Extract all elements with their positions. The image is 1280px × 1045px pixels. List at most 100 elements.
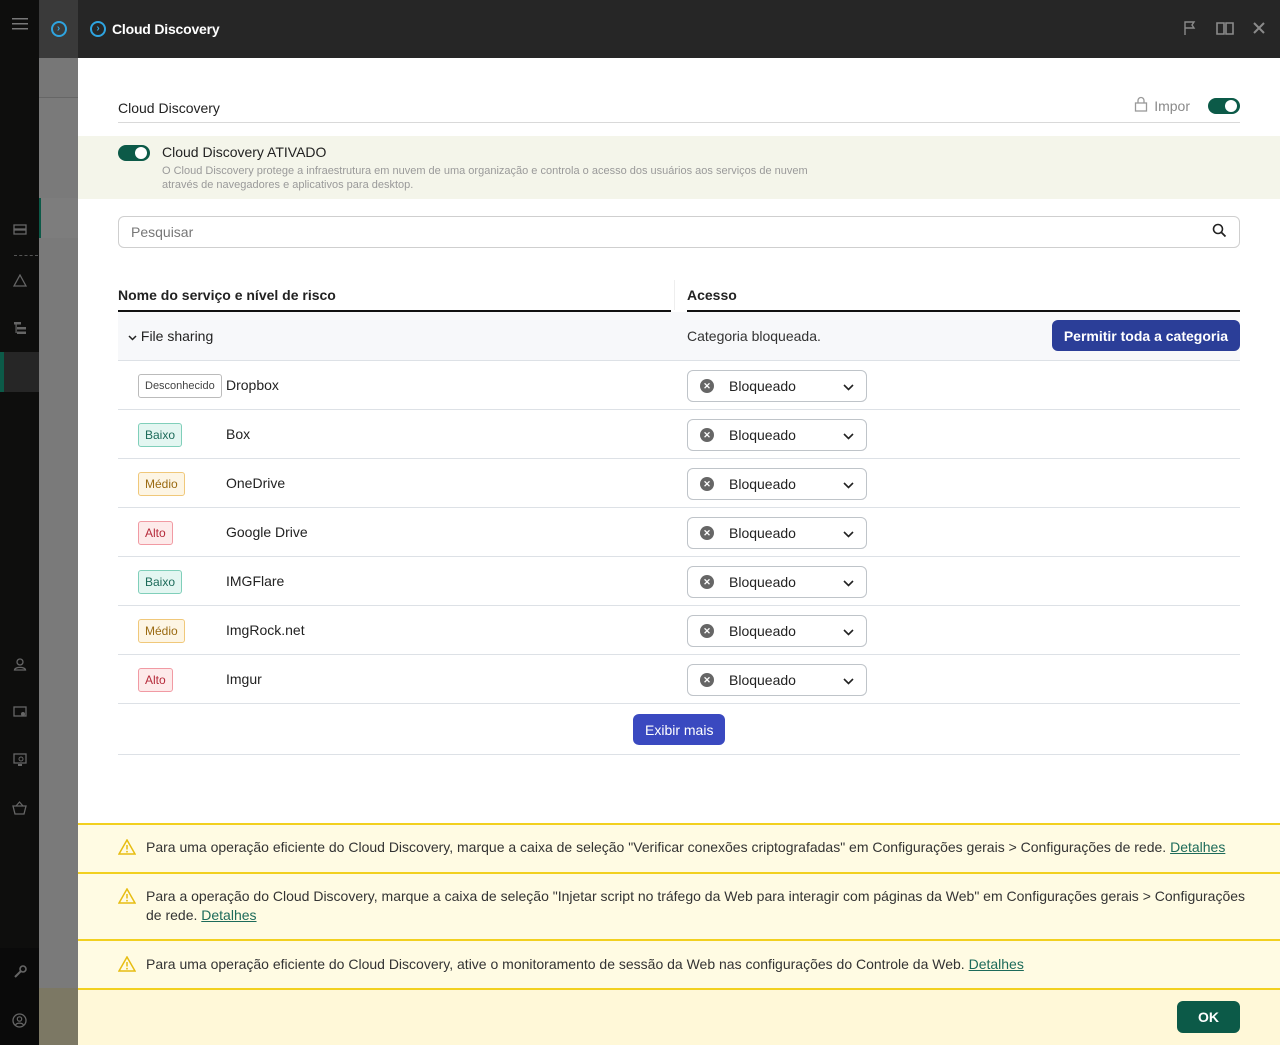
access-value: Bloqueado <box>729 378 796 394</box>
cloud-discovery-icon: › <box>90 21 106 37</box>
service-name: OneDrive <box>226 475 286 491</box>
ok-button[interactable]: OK <box>1177 1001 1240 1033</box>
search-field <box>118 216 1240 248</box>
service-name: Google Drive <box>226 524 308 540</box>
backdrop-row <box>39 58 78 98</box>
dialog-footer: OK <box>78 988 1280 1045</box>
risk-badge: Médio <box>138 619 185 643</box>
risk-badge: Alto <box>138 668 173 692</box>
monitor-search-icon[interactable] <box>0 750 39 770</box>
hamburger-menu-icon[interactable] <box>0 12 39 36</box>
column-header-service[interactable]: Nome do serviço e nível de risco <box>118 284 671 312</box>
category-status: Categoria bloqueada. <box>687 328 821 344</box>
risk-badge: Baixo <box>138 570 183 594</box>
access-value: Bloqueado <box>729 623 796 639</box>
close-icon[interactable] <box>1252 21 1266 38</box>
details-link[interactable]: Detalhes <box>201 907 256 923</box>
banner-description: O Cloud Discovery protege a infraestrutu… <box>162 165 808 191</box>
blocked-icon: ✕ <box>700 624 714 638</box>
category-name: File sharing <box>140 328 214 344</box>
chevron-down-icon <box>843 672 854 688</box>
wrench-icon[interactable] <box>0 962 39 982</box>
enforce-label: Impor <box>1154 97 1190 114</box>
banner-title: Cloud Discovery ATIVADO <box>162 144 327 160</box>
server-icon[interactable] <box>0 220 39 240</box>
show-more-row: Exibir mais <box>118 704 1240 755</box>
access-value: Bloqueado <box>729 476 796 492</box>
window-title: Cloud Discovery <box>112 21 220 37</box>
backdrop-row <box>39 988 78 1045</box>
access-select[interactable]: ✕ Bloqueado <box>687 615 867 647</box>
flag-icon[interactable] <box>1182 20 1198 39</box>
warning-icon <box>117 887 137 907</box>
access-select[interactable]: ✕ Bloqueado <box>687 517 867 549</box>
nav-rail <box>0 0 39 1045</box>
warning-banner: Para a operação do Cloud Discovery, marq… <box>78 872 1280 940</box>
warning-icon <box>117 955 137 975</box>
nav-item-selected[interactable] <box>0 352 39 392</box>
table-row: Desconhecido Dropbox ✕ Bloqueado <box>118 361 1240 410</box>
chevron-down-icon <box>128 328 141 344</box>
search-input[interactable] <box>131 224 1212 240</box>
table-header: Nome do serviço e nível de risco Acesso <box>118 280 1240 312</box>
blocked-icon: ✕ <box>700 673 714 687</box>
risk-badge: Desconhecido <box>138 374 222 398</box>
service-name: Box <box>226 426 251 442</box>
chevron-circle-icon: › <box>50 21 67 37</box>
section-title: Cloud Discovery <box>118 100 220 116</box>
warning-icon[interactable] <box>0 270 39 290</box>
column-header-access[interactable]: Acesso <box>687 284 1240 312</box>
access-select[interactable]: ✕ Bloqueado <box>687 566 867 598</box>
book-icon[interactable] <box>1216 20 1234 39</box>
search-icon[interactable] <box>1212 223 1227 241</box>
cloud-discovery-panel: Cloud Discovery Impor Cloud Discovery AT… <box>78 58 1280 1045</box>
access-select[interactable]: ✕ Bloqueado <box>687 419 867 451</box>
warning-text: Para uma operação eficiente do Cloud Dis… <box>146 955 1246 974</box>
warning-message: Para a operação do Cloud Discovery, marq… <box>146 888 1246 923</box>
chevron-down-icon <box>843 476 854 492</box>
access-select[interactable]: ✕ Bloqueado <box>687 664 867 696</box>
device-settings-icon[interactable] <box>0 702 39 722</box>
warning-message: Para uma operação eficiente do Cloud Dis… <box>146 956 969 972</box>
status-banner: Cloud Discovery ATIVADO O Cloud Discover… <box>78 136 1280 199</box>
backdrop-row <box>39 198 78 238</box>
basket-icon[interactable] <box>0 798 39 818</box>
table-row: Baixo Box ✕ Bloqueado <box>118 410 1240 459</box>
chevron-down-icon <box>843 525 854 541</box>
blocked-icon: ✕ <box>700 575 714 589</box>
warning-text: Para uma operação eficiente do Cloud Dis… <box>146 838 1246 857</box>
category-toggle[interactable]: File sharing <box>128 328 213 344</box>
chevron-down-icon <box>843 427 854 443</box>
divider <box>14 255 38 256</box>
account-icon[interactable] <box>0 1010 39 1030</box>
details-link[interactable]: Detalhes <box>1170 839 1225 855</box>
lock-icon <box>1134 96 1148 115</box>
allow-category-button[interactable]: Permitir toda a categoria <box>1051 320 1240 351</box>
service-name: IMGFlare <box>226 573 285 589</box>
access-value: Bloqueado <box>729 525 796 541</box>
chevron-down-icon <box>843 623 854 639</box>
category-row: File sharing Categoria bloqueada. Permit… <box>118 312 1240 361</box>
user-icon[interactable] <box>0 654 39 674</box>
service-name: ImgRock.net <box>226 622 305 638</box>
column-divider[interactable] <box>674 280 675 310</box>
window-titlebar: › › Cloud Discovery <box>39 0 1280 58</box>
tree-icon[interactable] <box>0 318 39 338</box>
cloud-discovery-toggle[interactable] <box>118 145 150 161</box>
risk-badge: Baixo <box>138 423 183 447</box>
show-more-button[interactable]: Exibir mais <box>633 714 726 745</box>
warning-banner: Para uma operação eficiente do Cloud Dis… <box>78 823 1280 872</box>
access-select[interactable]: ✕ Bloqueado <box>687 468 867 500</box>
warning-banner: Para uma operação eficiente do Cloud Dis… <box>78 939 1280 989</box>
breadcrumb-tab[interactable]: › <box>39 0 78 58</box>
chevron-down-icon <box>843 378 854 394</box>
access-select[interactable]: ✕ Bloqueado <box>687 370 867 402</box>
risk-badge: Alto <box>138 521 173 545</box>
details-link[interactable]: Detalhes <box>969 956 1024 972</box>
blocked-icon: ✕ <box>700 428 714 442</box>
table-row: Alto Google Drive ✕ Bloqueado <box>118 508 1240 557</box>
access-value: Bloqueado <box>729 672 796 688</box>
risk-badge: Médio <box>138 472 185 496</box>
warning-text: Para a operação do Cloud Discovery, marq… <box>146 887 1246 925</box>
enforce-toggle[interactable] <box>1208 97 1240 114</box>
